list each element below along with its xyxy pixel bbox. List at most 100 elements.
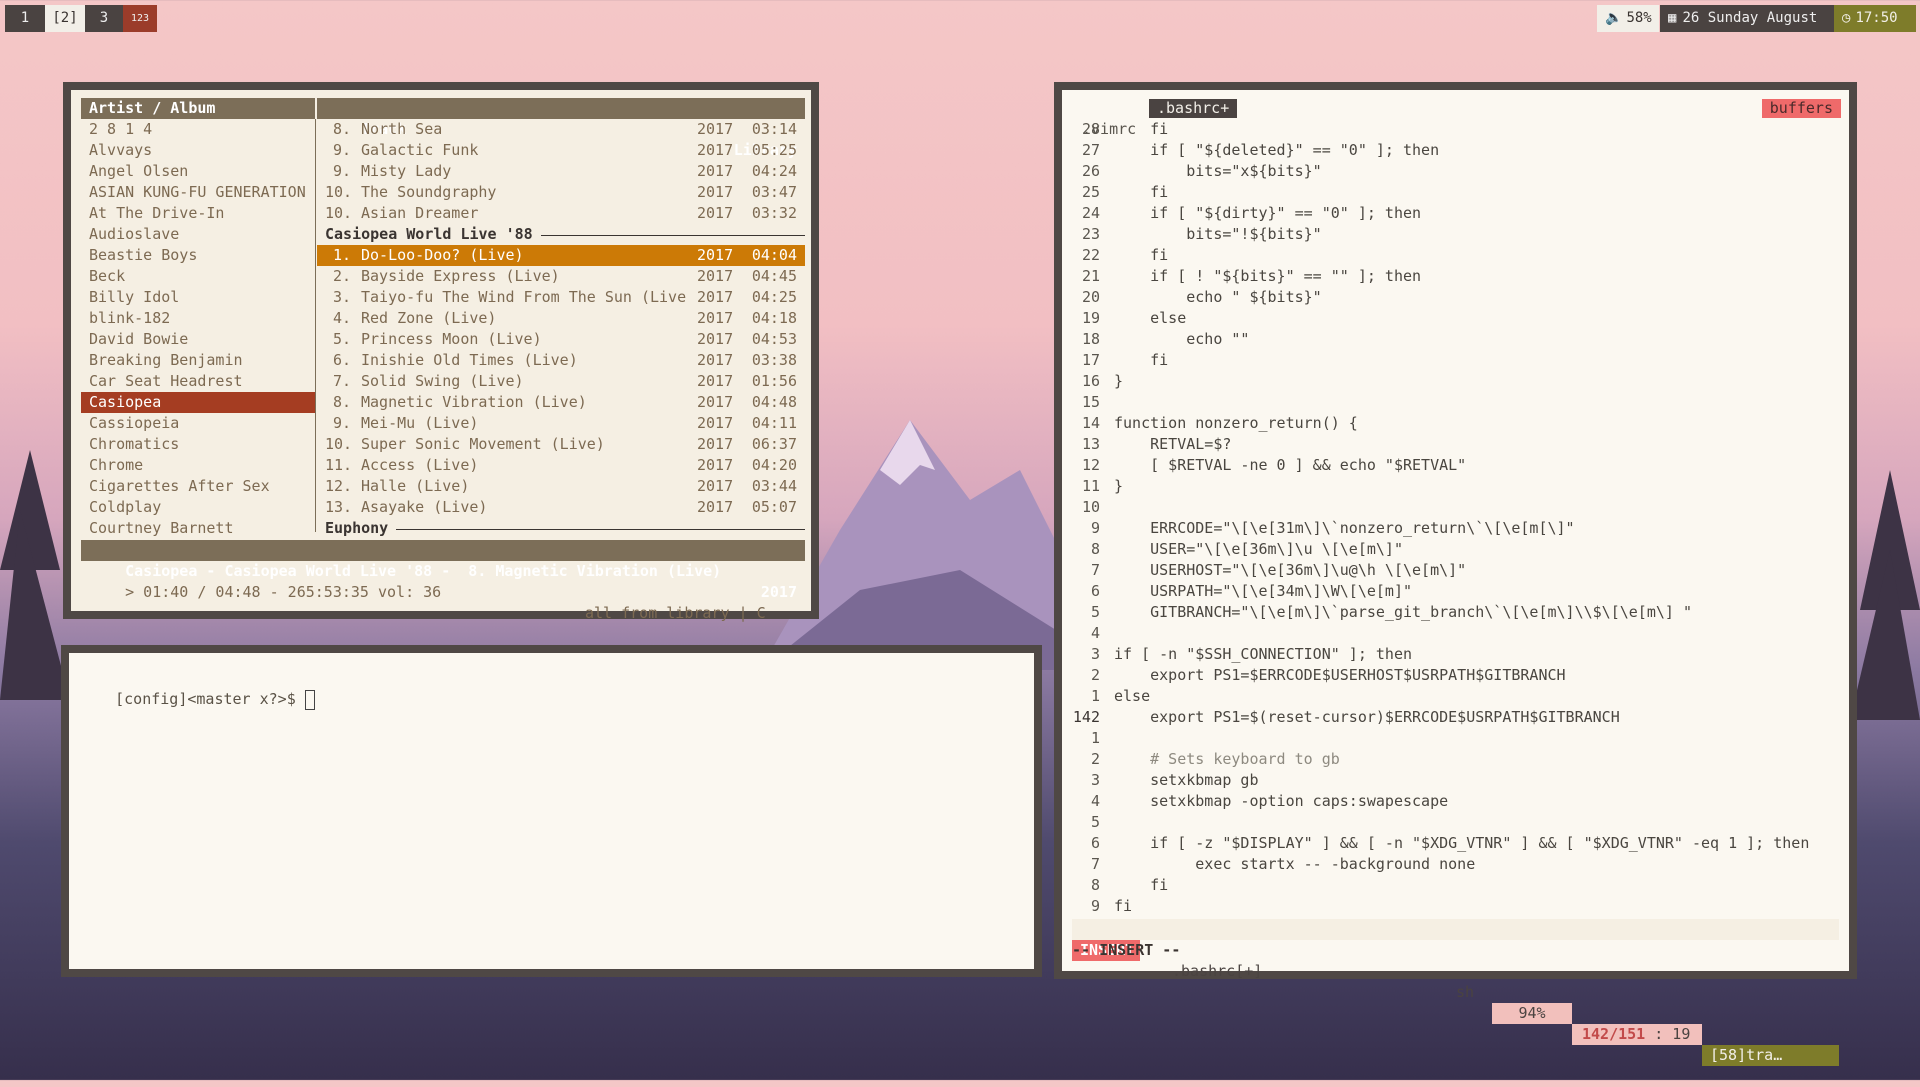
track-title: Bayside Express (Live): [361, 267, 560, 285]
line-number: 28: [1081, 120, 1100, 138]
track-duration: 04:20: [751, 456, 797, 474]
track-duration: 05:07: [751, 498, 797, 516]
status-extra: [58]tra…: [1702, 1045, 1839, 1066]
playback-status: > 01:40 / 04:48 - 265:53:35 vol: 36: [125, 583, 442, 601]
buffers-label[interactable]: buffers: [1761, 99, 1841, 118]
track-item[interactable]: 10. The Soundgraphy 2017 03:47: [317, 182, 805, 203]
track-number: 11.: [325, 456, 353, 474]
track-item[interactable]: 5. Princess Moon (Live) 2017 04:53: [317, 329, 805, 350]
track-number: 8.: [333, 393, 352, 411]
track-year: 2017: [697, 372, 734, 390]
track-number: 7.: [333, 372, 352, 390]
code-line: 21 if [ ! "${bits}" == "" ]; then: [1070, 266, 1840, 287]
artist-item[interactable]: Cigarettes After Sex: [81, 476, 315, 497]
track-year: 2017: [697, 141, 734, 159]
track-year: 2017: [697, 330, 734, 348]
artist-item[interactable]: Breaking Benjamin: [81, 350, 315, 371]
artist-item[interactable]: Alvvays: [81, 140, 315, 161]
artist-item[interactable]: At The Drive-In: [81, 203, 315, 224]
volume-indicator[interactable]: 🔈 58%: [1597, 5, 1659, 32]
artist-item[interactable]: Audioslave: [81, 224, 315, 245]
artist-item[interactable]: Chromatics: [81, 434, 315, 455]
code-line: 1: [1070, 728, 1840, 749]
track-item[interactable]: 8. Magnetic Vibration (Live) 2017 04:48: [317, 392, 805, 413]
track-duration: 03:32: [751, 204, 797, 222]
code-line: 8 USER="\[\e[36m\]\u \[\e[m\]": [1070, 539, 1840, 560]
artist-item[interactable]: Chrome: [81, 455, 315, 476]
line-number: 27: [1081, 141, 1100, 159]
album-title: Euphony: [325, 519, 397, 537]
artist-item[interactable]: Car Seat Headrest: [81, 371, 315, 392]
code-line: 22 fi: [1070, 245, 1840, 266]
terminal-window[interactable]: [config]<master x?>$: [61, 645, 1042, 977]
tab-bashrc[interactable]: .bashrc+: [1149, 99, 1238, 118]
track-duration: 04:11: [751, 414, 797, 432]
line-number: 5: [1090, 603, 1100, 621]
track-title: Super Sonic Movement (Live): [361, 435, 605, 453]
track-item[interactable]: 2. Bayside Express (Live) 2017 04:45: [317, 266, 805, 287]
artist-item[interactable]: 2 8 1 4: [81, 119, 315, 140]
code-line: 4 setxkbmap -option caps:swapescape: [1070, 791, 1840, 812]
artist-item[interactable]: Beastie Boys: [81, 245, 315, 266]
code-line: 23 bits="!${bits}": [1070, 224, 1840, 245]
artist-item[interactable]: Courtney Barnett: [81, 518, 315, 539]
artist-item[interactable]: Coldplay: [81, 497, 315, 518]
track-title: Do-Loo-Doo? (Live): [361, 246, 524, 264]
track-item[interactable]: 8. North Sea 2017 03:14: [317, 119, 805, 140]
track-item[interactable]: 12. Halle (Live) 2017 03:44: [317, 476, 805, 497]
date-indicator[interactable]: ▦ 26 Sunday August: [1660, 5, 1834, 32]
code-line: 7 exec startx -- -background none: [1070, 854, 1840, 875]
workspace-123[interactable]: 123: [123, 5, 157, 32]
track-number: 8.: [333, 120, 352, 138]
track-item[interactable]: 9. Misty Lady 2017 04:24: [317, 161, 805, 182]
track-item[interactable]: 1. Do-Loo-Doo? (Live) 2017 04:04: [317, 245, 805, 266]
track-item[interactable]: 11. Access (Live) 2017 04:20: [317, 455, 805, 476]
artist-item[interactable]: blink-182: [81, 308, 315, 329]
code-line: 2 # Sets keyboard to gb: [1070, 749, 1840, 770]
track-title: Misty Lady: [361, 162, 452, 180]
artist-item[interactable]: Angel Olsen: [81, 161, 315, 182]
track-year: 2017: [697, 456, 734, 474]
shell-prompt-line[interactable]: [config]<master x?>$: [79, 668, 315, 710]
track-item[interactable]: 6. Inishie Old Times (Live) 2017 03:38: [317, 350, 805, 371]
workspace-3[interactable]: 3: [85, 5, 123, 32]
track-year: 2017: [697, 246, 734, 264]
track-item[interactable]: 9. Galactic Funk 2017 05:25: [317, 140, 805, 161]
line-number: 24: [1081, 204, 1100, 222]
line-number: 7: [1090, 561, 1100, 579]
line-text: exec startx -- -background none: [1114, 855, 1476, 873]
cmus-window[interactable]: Artist / Album Track Library 2 8 1 4 Alvv…: [63, 82, 819, 622]
track-item[interactable]: 4. Red Zone (Live) 2017 04:18: [317, 308, 805, 329]
track-item[interactable]: 9. Mei-Mu (Live) 2017 04:11: [317, 413, 805, 434]
track-item[interactable]: 13. Asayake (Live) 2017 05:07: [317, 497, 805, 518]
line-number: 13: [1081, 435, 1100, 453]
artist-item[interactable]: Casiopea: [81, 392, 315, 413]
line-text: echo "": [1114, 330, 1250, 348]
track-number: 9.: [333, 141, 352, 159]
vim-window[interactable]: .vimrc .bashrc+ buffers 28 fi 27 if [ "${…: [1054, 82, 1857, 1066]
artist-item[interactable]: David Bowie: [81, 329, 315, 350]
workspace-1[interactable]: 1: [5, 5, 45, 32]
code-line: 27 if [ "${deleted}" == "0" ]; then: [1070, 140, 1840, 161]
code-line: 6 if [ -z "$DISPLAY" ] && [ -n "$XDG_VTN…: [1070, 833, 1840, 854]
track-item[interactable]: 7. Solid Swing (Live) 2017 01:56: [317, 371, 805, 392]
line-number: 18: [1081, 330, 1100, 348]
track-item[interactable]: 3. Taiyo-fu The Wind From The Sun (Live 20…: [317, 287, 805, 308]
track-title: Asian Dreamer: [361, 204, 479, 222]
artist-item[interactable]: Cassiopeia: [81, 413, 315, 434]
track-item[interactable]: 10. Asian Dreamer 2017 03:32: [317, 203, 805, 224]
vim-statusline: INSERT .bashrc[+] sh 94% 142/151 : 19 [5…: [1072, 919, 1839, 1066]
track-number: 9.: [333, 162, 352, 180]
track-item[interactable]: 10. Super Sonic Movement (Live) 2017 06:37: [317, 434, 805, 455]
clock-indicator[interactable]: ◷ 17:50: [1834, 5, 1916, 32]
track-duration: 04:18: [751, 309, 797, 327]
track-year: 2017: [697, 477, 734, 495]
artist-item[interactable]: Beck: [81, 266, 315, 287]
artist-item[interactable]: Billy Idol: [81, 287, 315, 308]
code-line: 4: [1070, 623, 1840, 644]
artist-item[interactable]: ASIAN KUNG-FU GENERATION: [81, 182, 315, 203]
status-percent: 94%: [1492, 1003, 1572, 1024]
code-line: 18 echo "": [1070, 329, 1840, 350]
workspace-2[interactable]: [2]: [45, 5, 85, 32]
track-number: 12.: [325, 477, 353, 495]
